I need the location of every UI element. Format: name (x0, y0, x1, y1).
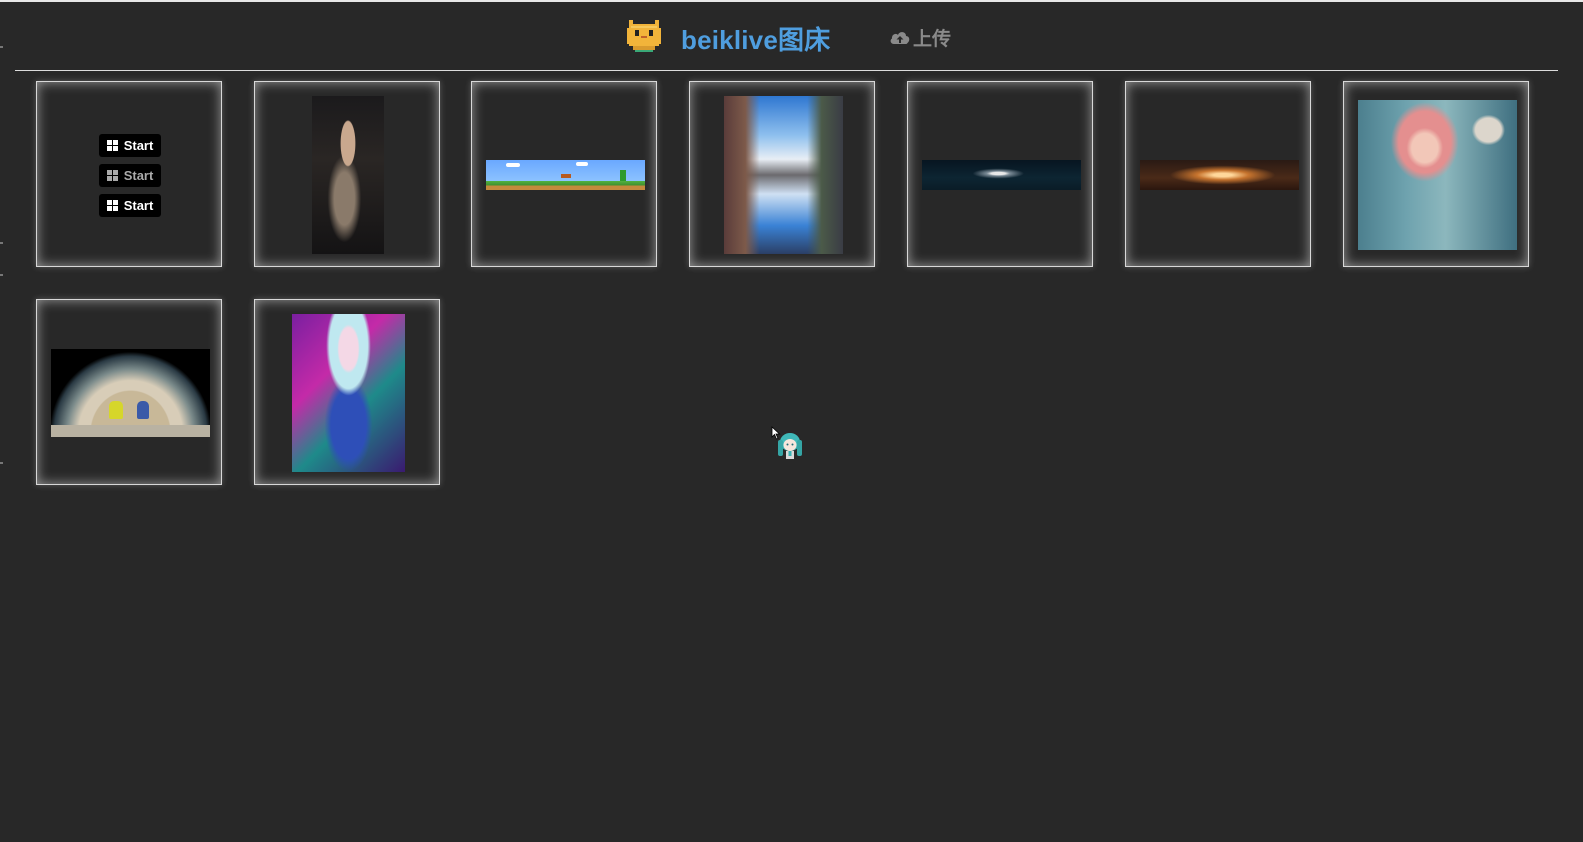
upload-label: 上传 (913, 28, 952, 50)
edge-mark (0, 242, 3, 244)
edge-mark (0, 46, 3, 48)
edge-mark (0, 274, 3, 276)
windows-icon (106, 200, 118, 211)
winged-figure-banner (1140, 160, 1299, 190)
edge-mark (0, 462, 3, 464)
anime-girl-neon (292, 314, 405, 472)
site-title[interactable]: beiklive图床 (681, 20, 830, 57)
upload-button[interactable]: 上传 (889, 24, 951, 50)
start-label: Start (123, 138, 154, 153)
street-reflection-sky (724, 96, 843, 254)
white-dragon-banner (922, 160, 1081, 190)
image-card[interactable] (907, 81, 1093, 267)
start-button: Start (99, 134, 161, 157)
cloud-upload-icon (890, 32, 910, 44)
dark-haired-girl-portrait (312, 96, 384, 254)
pink-haired-girl-painting (1358, 100, 1517, 250)
pixel-cat-icon[interactable] (627, 18, 661, 54)
start-button: Start (99, 194, 161, 217)
start-label: Start (123, 198, 154, 213)
header: beiklive图床 上传 (15, 2, 1558, 71)
start-button: Start (99, 164, 161, 187)
start-label: Start (123, 168, 154, 183)
image-card[interactable] (1343, 81, 1529, 267)
image-card[interactable] (36, 299, 222, 485)
windows-icon (106, 140, 118, 151)
image-card[interactable]: Start Start Start (36, 81, 222, 267)
start-button-sprite: Start Start Start (99, 134, 161, 217)
image-card[interactable] (1125, 81, 1311, 267)
earth-astronauts (51, 349, 210, 437)
image-card[interactable] (254, 81, 440, 267)
image-card[interactable] (254, 299, 440, 485)
miku-mascot-icon[interactable] (775, 430, 805, 462)
image-card[interactable] (471, 81, 657, 267)
windows-icon (106, 170, 118, 181)
image-card[interactable] (689, 81, 875, 267)
mario-level-banner (486, 160, 645, 190)
